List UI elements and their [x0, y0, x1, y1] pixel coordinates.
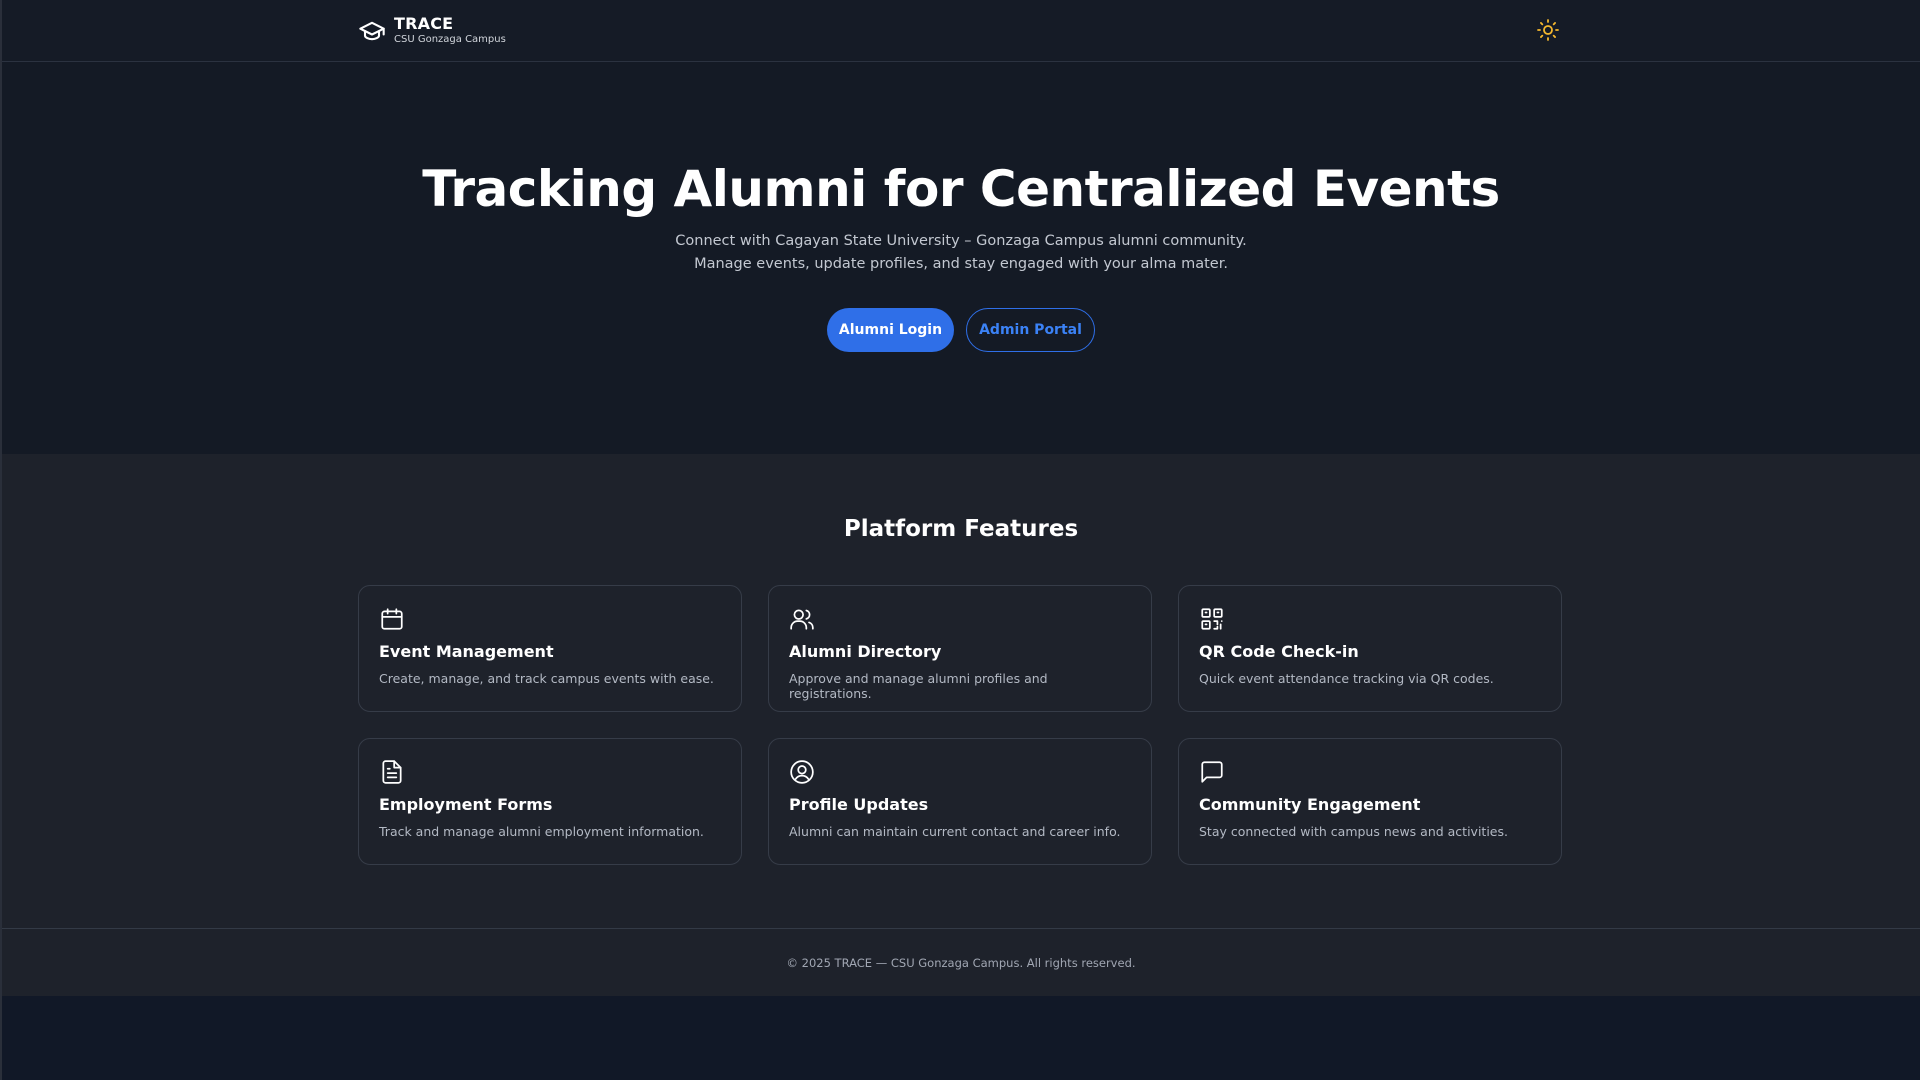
top-nav: TRACE CSU Gonzaga Campus: [2, 0, 1920, 62]
feature-card-qr-code-check-in: QR Code Check-in Quick event attendance …: [1178, 585, 1562, 712]
features-section: Platform Features Event Management Creat…: [2, 454, 1920, 928]
feature-description: Approve and manage alumni profiles and r…: [789, 671, 1048, 701]
feature-title: Alumni Directory: [789, 642, 942, 661]
admin-portal-button[interactable]: Admin Portal: [966, 308, 1095, 352]
hero-description-line-1: Connect with Cagayan State University – …: [675, 233, 1247, 249]
feature-card-profile-updates: Profile Updates Alumni can maintain curr…: [768, 738, 1152, 865]
feature-description: Quick event attendance tracking via QR c…: [1199, 671, 1494, 686]
qr-code-icon: [1201, 608, 1223, 630]
feature-title: Event Management: [379, 642, 554, 661]
feature-description: Stay connected with campus news and acti…: [1199, 824, 1508, 839]
hero-title: Tracking Alumni for Centralized Events: [422, 160, 1500, 218]
features-title: Platform Features: [843, 516, 1079, 542]
feature-title: Profile Updates: [789, 795, 929, 814]
users-icon: [790, 609, 814, 630]
user-circle-icon: [790, 760, 814, 784]
hero-description-line-2: Manage events, update profiles, and stay…: [694, 256, 1228, 272]
feature-title: Employment Forms: [379, 795, 553, 814]
hero-description: Connect with Cagayan State University – …: [2, 230, 1920, 276]
feature-card-event-management: Event Management Create, manage, and tra…: [358, 585, 742, 712]
theme-toggle-button[interactable]: [1536, 18, 1560, 42]
feature-title: Community Engagement: [1199, 795, 1421, 814]
feature-card-alumni-directory: Alumni Directory Approve and manage alum…: [768, 585, 1152, 712]
calendar-icon: [381, 608, 403, 630]
hero-actions: Alumni Login Admin Portal: [2, 308, 1920, 352]
document-icon: [382, 760, 402, 784]
brand[interactable]: TRACE CSU Gonzaga Campus: [358, 14, 506, 46]
footer: © 2025 TRACE — CSU Gonzaga Campus. All r…: [2, 928, 1920, 996]
brand-title: TRACE: [394, 14, 454, 33]
brand-subtitle: CSU Gonzaga Campus: [394, 34, 506, 45]
sun-icon: [1537, 19, 1559, 41]
feature-grid: Event Management Create, manage, and tra…: [358, 585, 1562, 865]
hero-section: Tracking Alumni for Centralized Events C…: [2, 62, 1920, 454]
footer-copyright: © 2025 TRACE — CSU Gonzaga Campus. All r…: [786, 956, 1136, 970]
feature-description: Alumni can maintain current contact and …: [789, 824, 1121, 839]
feature-description: Create, manage, and track campus events …: [379, 671, 714, 686]
feature-card-employment-forms: Employment Forms Track and manage alumni…: [358, 738, 742, 865]
graduation-cap-icon: [359, 21, 385, 41]
alumni-login-button[interactable]: Alumni Login: [827, 308, 954, 352]
message-square-icon: [1201, 761, 1223, 783]
feature-description: Track and manage alumni employment infor…: [379, 824, 704, 839]
feature-title: QR Code Check-in: [1199, 642, 1359, 661]
feature-card-community-engagement: Community Engagement Stay connected with…: [1178, 738, 1562, 865]
